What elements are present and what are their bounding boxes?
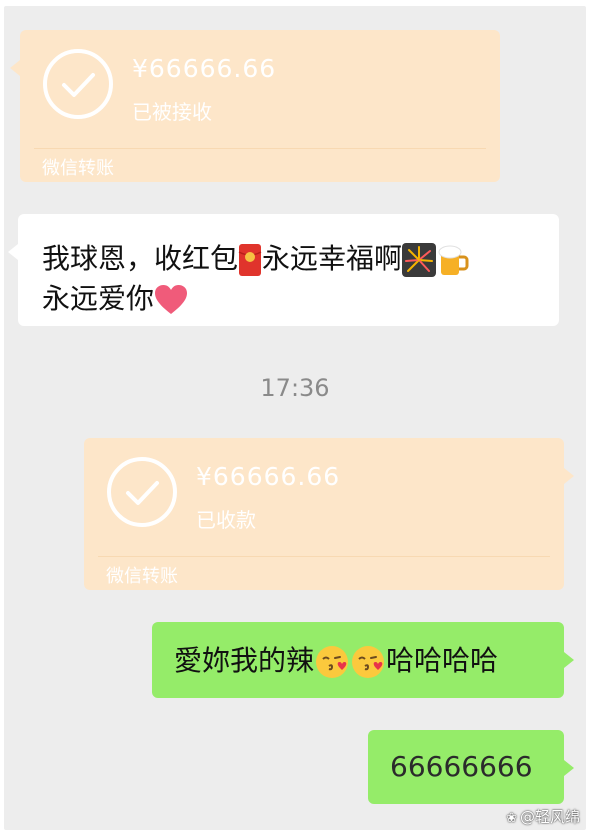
transfer-brand-label: 微信转账: [106, 566, 178, 587]
message-text: 我球恩，收红包: [42, 242, 239, 275]
message-line: 我球恩，收红包 永远幸福啊: [42, 238, 470, 280]
check-circle-icon: [43, 49, 113, 119]
fireworks-icon: [402, 243, 437, 277]
incoming-message-bubble[interactable]: 我球恩，收红包 永远幸福啊 永远爱你: [8, 214, 559, 326]
outgoing-message-bubble[interactable]: 66666666: [368, 730, 574, 804]
message-text: 永远爱你: [42, 282, 155, 315]
transfer-brand-label: 微信转账: [42, 158, 114, 179]
divider: [34, 148, 486, 149]
paw-icon: ❀: [506, 811, 517, 826]
message-text: 愛妳我的辣: [174, 644, 315, 677]
message-text: 永远幸福啊: [262, 242, 403, 275]
transfer-status: 已被接收: [132, 100, 212, 124]
message-text: 哈哈哈哈: [386, 644, 499, 677]
bubble-tail: [564, 760, 574, 776]
transfer-amount: ¥66666.66: [196, 462, 341, 491]
divider: [98, 556, 550, 557]
watermark-text: @轻风绵: [519, 808, 580, 826]
transfer-amount: ¥66666.66: [132, 54, 277, 83]
message-line: 永远爱你: [42, 278, 188, 320]
transfer-status: 已收款: [196, 508, 256, 532]
timestamp: 17:36: [260, 374, 330, 402]
bubble-tail: [564, 652, 574, 668]
check-circle-icon: [107, 457, 177, 527]
bubble-tail: [10, 60, 20, 76]
message-text: 66666666: [390, 750, 533, 783]
outgoing-message-bubble[interactable]: 愛妳我的辣 哈哈哈哈: [152, 622, 574, 698]
beer-mug-icon: [438, 245, 469, 275]
heart-icon: [155, 285, 188, 314]
kissing-face-icon: [316, 646, 349, 678]
transfer-card-received[interactable]: ¥66666.66 已被接收 微信转账: [10, 30, 500, 182]
message-line: 愛妳我的辣 哈哈哈哈: [174, 640, 498, 682]
bubble-tail: [8, 244, 18, 260]
bubble-tail: [564, 468, 574, 484]
transfer-card-collected[interactable]: ¥66666.66 已收款 微信转账: [84, 438, 574, 590]
chat-screen: ¥66666.66 已被接收 微信转账 我球恩，收红包 永远幸福啊 永远爱你 1…: [4, 6, 586, 830]
watermark: ❀ @轻风绵: [506, 806, 580, 827]
kissing-face-icon: [352, 646, 385, 678]
red-envelope-icon: [238, 244, 262, 276]
